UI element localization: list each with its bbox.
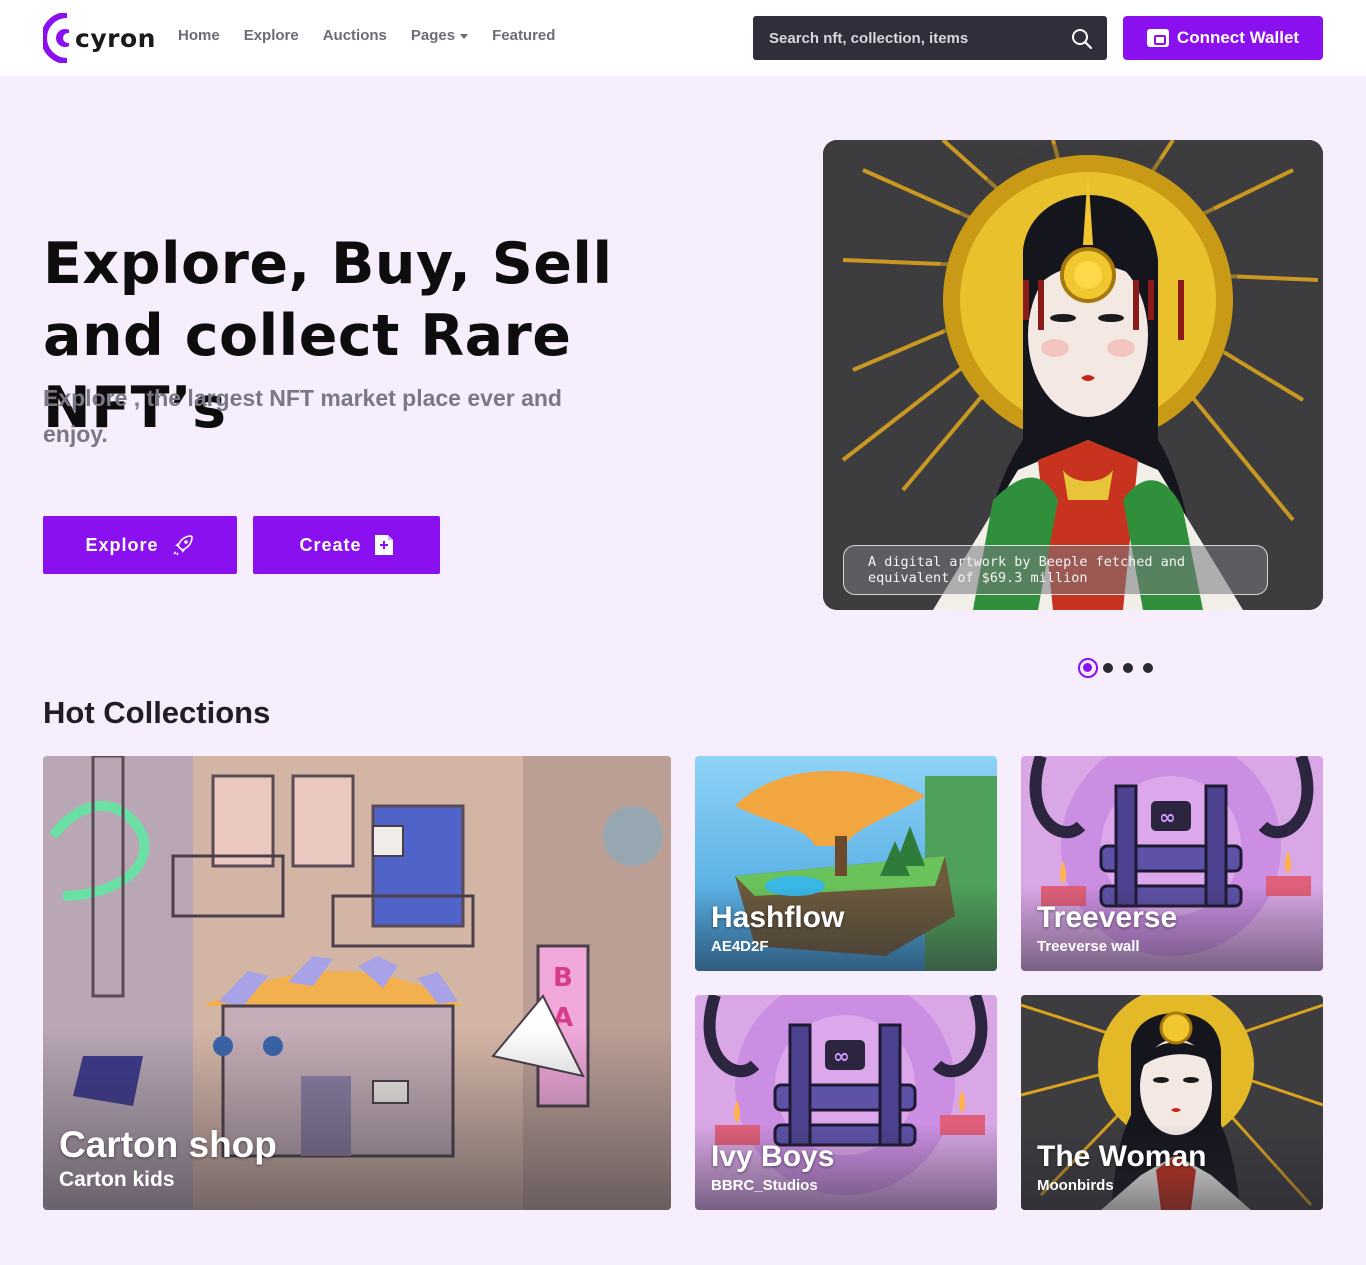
nav-pages-label: Pages (410, 27, 456, 44)
brand-logo[interactable]: cyron (43, 13, 156, 63)
carousel-dot-1[interactable] (1078, 658, 1098, 678)
explore-button-label: Explore (85, 534, 159, 555)
nav-home[interactable]: Home (178, 27, 220, 44)
collection-title: Carton shop (59, 1124, 277, 1165)
search-icon[interactable] (1071, 28, 1093, 50)
svg-text:∞: ∞ (833, 1044, 850, 1068)
collection-creator: BBRC_Studios (711, 1177, 818, 1194)
nav-featured[interactable]: Featured (492, 27, 555, 44)
collection-title: Ivy Boys (711, 1140, 835, 1173)
collection-creator: AE4D2F (711, 938, 769, 955)
collection-card-hashflow[interactable]: Hashflow AE4D2F (695, 756, 997, 971)
hero-artwork[interactable]: A digital artwork by Beeple fetched and … (823, 140, 1323, 610)
create-button[interactable]: Create (253, 516, 440, 574)
hero-subtitle: Explore , the largest NFT market place e… (43, 385, 562, 447)
geisha-artwork (823, 140, 1323, 610)
brand-name: cyron (75, 23, 156, 53)
svg-text:∞: ∞ (1159, 805, 1176, 829)
connect-wallet-button[interactable]: Connect Wallet (1123, 16, 1323, 60)
create-button-label: Create (299, 534, 362, 555)
collection-card-the-woman[interactable]: The Woman Moonbirds (1021, 995, 1323, 1210)
collection-title: Treeverse (1037, 901, 1178, 934)
navbar: cyron Home Explore Auctions Pages Featur… (0, 0, 1366, 76)
connect-wallet-label: Connect Wallet (1176, 28, 1300, 47)
carousel-dot-3[interactable] (1123, 663, 1133, 673)
hot-collections-title: Hot Collections (43, 695, 271, 730)
collection-creator: Treeverse wall (1037, 938, 1140, 955)
nav-auctions[interactable]: Auctions (323, 27, 387, 44)
wallet-icon (1146, 29, 1169, 47)
collection-creator: Carton kids (59, 1168, 175, 1191)
main-nav: Home Explore Auctions Pages Featured (178, 27, 579, 44)
collection-card-treeverse[interactable]: ∞ Treeverse Treeverse wall (1021, 756, 1323, 971)
collection-card-carton-shop[interactable]: B A R Carton shop Carton kids (43, 756, 671, 1210)
logo-mark-icon (43, 13, 69, 63)
collection-creator: Moonbirds (1037, 1177, 1114, 1194)
artwork-caption: A digital artwork by Beeple fetched and … (843, 545, 1268, 595)
collection-title: Hashflow (711, 901, 845, 934)
search-input[interactable] (769, 29, 1059, 47)
carousel-indicators (1078, 658, 1163, 678)
collection-title: The Woman (1037, 1140, 1207, 1173)
svg-text:B: B (553, 963, 573, 993)
add-file-icon (374, 535, 393, 555)
carousel-dot-4[interactable] (1143, 663, 1153, 673)
carousel-dot-2[interactable] (1103, 663, 1113, 673)
caret-down-icon (460, 33, 469, 39)
nav-explore[interactable]: Explore (244, 27, 299, 44)
collection-card-ivy-boys[interactable]: ∞ Ivy Boys BBRC_Studios (695, 995, 997, 1210)
explore-button[interactable]: Explore (43, 516, 237, 574)
rocket-icon (172, 535, 193, 556)
search-box (753, 16, 1107, 60)
nav-pages[interactable]: Pages (410, 27, 469, 44)
